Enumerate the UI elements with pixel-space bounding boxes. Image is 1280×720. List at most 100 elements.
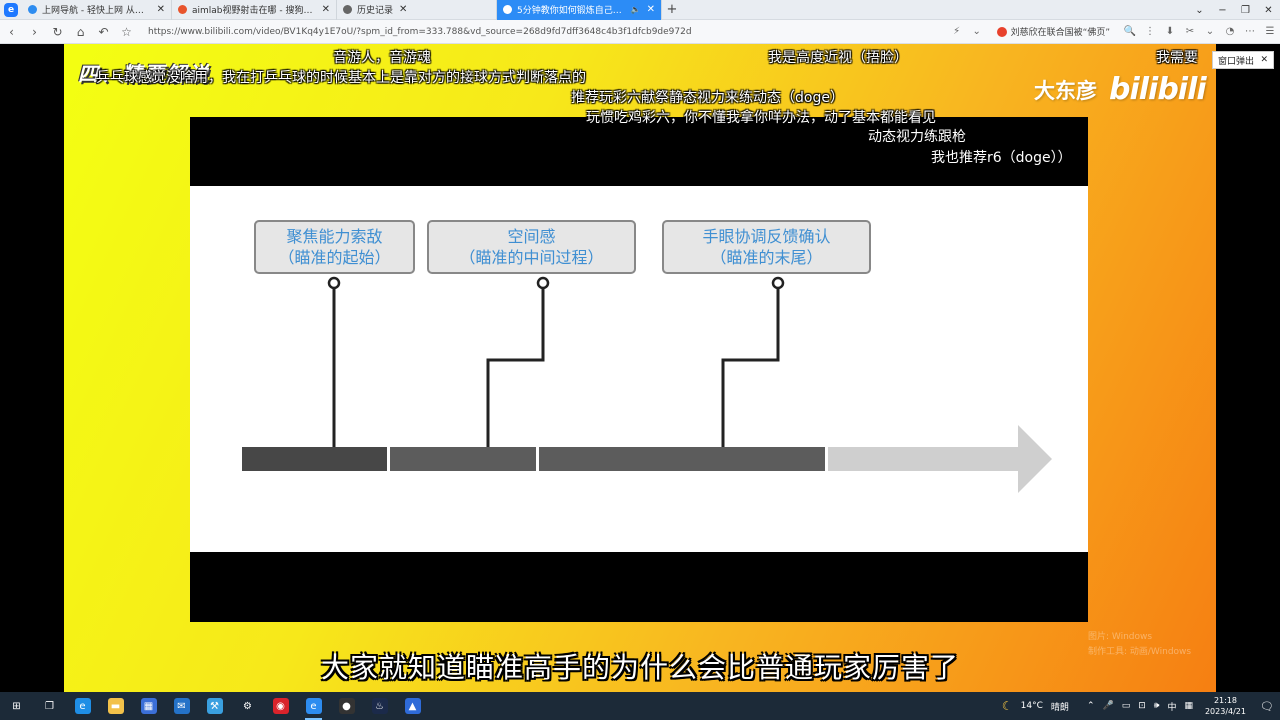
- watermark-line: 图片: Windows: [1088, 632, 1153, 642]
- speed-mode-icon[interactable]: ⚡: [947, 26, 967, 37]
- tab-1[interactable]: aimlab视野射击在哪 - 搜狗搜索 ✕: [172, 0, 337, 20]
- home-button[interactable]: ⌂: [69, 20, 92, 44]
- store-icon[interactable]: ▦: [132, 692, 165, 720]
- settings-icon[interactable]: ⚙: [231, 692, 264, 720]
- maximize-button[interactable]: ❐: [1234, 0, 1257, 20]
- video-subtitle: 大家就知道瞄准高手的为什么会比普通玩家厉害了: [320, 651, 959, 684]
- clock-date: 2023/4/21: [1204, 707, 1246, 716]
- netease-music-icon[interactable]: ◉: [264, 692, 297, 720]
- slide: 聚焦能力索敌 （瞄准的起始） 空间感 （瞄准的中间过程） 手眼协调反馈确认 （瞄…: [190, 117, 1088, 622]
- launcher-icon[interactable]: ▲: [396, 692, 429, 720]
- stage-box-spatial-title: 空间感: [507, 227, 556, 246]
- record-icon[interactable]: ●: [330, 692, 363, 720]
- notification-icon[interactable]: 🗨: [1254, 700, 1280, 713]
- danmaku-comment: 乒乓球感觉没啥用，我在打乒乓球的时候基本上是靠对方的接球方式判断落点的: [96, 70, 586, 86]
- tab-3[interactable]: 5分钟教你如何锻炼自己的眼睛 🔈 ✕: [497, 0, 662, 20]
- refresh-button[interactable]: ↻: [46, 20, 69, 44]
- search-suggestion[interactable]: 刘慈欣在联合国被“佛页”: [996, 25, 1110, 38]
- screenshot-icon[interactable]: ✂: [1180, 26, 1200, 37]
- popout-close-icon[interactable]: ✕: [1260, 55, 1268, 65]
- tool-icon-glyph: ⚒: [206, 698, 223, 714]
- timeline-segment-1: [242, 447, 387, 471]
- taskbar-apps: ⊞ ❐ e ▬ ▦ ✉ ⚒ ⚙ ◉ e ● ♨ ▲: [0, 692, 429, 720]
- mode-dropdown-icon[interactable]: ⌄: [967, 26, 987, 37]
- more-icon[interactable]: ⋯: [1240, 26, 1260, 37]
- tab-favicon-icon: [178, 5, 187, 14]
- start-icon-glyph: ⊞: [12, 700, 21, 712]
- minimize-button[interactable]: −: [1211, 0, 1234, 20]
- tab-favicon-icon: [28, 5, 37, 14]
- window-controls: ⌄ − ❐ ✕: [1188, 0, 1280, 20]
- stage-box-focus: 聚焦能力索敌 （瞄准的起始）: [254, 220, 415, 274]
- weather-moon-icon[interactable]: ☾: [998, 699, 1017, 713]
- video-player[interactable]: 四、精要解说 大东彦 bilibili 聚焦能力索敌 （瞄准的起始） 空间感 （…: [0, 44, 1280, 692]
- screenshot-dropdown-icon[interactable]: ⌄: [1200, 26, 1220, 37]
- danmaku-comment: 我需要: [1156, 50, 1198, 66]
- undo-close-button[interactable]: ↶: [92, 20, 115, 44]
- connector-node: [771, 276, 785, 290]
- tool-icon[interactable]: ⚒: [198, 692, 231, 720]
- back-button[interactable]: ‹: [0, 20, 23, 44]
- menu-icon[interactable]: ☰: [1260, 26, 1280, 37]
- tab-audio-icon[interactable]: 🔈: [631, 5, 641, 14]
- tab-list-dropdown-icon[interactable]: ⌄: [1188, 0, 1211, 20]
- tab-0[interactable]: 上网导航 - 轻快上网 从这里开始 ✕: [22, 0, 172, 20]
- display-icon[interactable]: ▭: [1118, 701, 1135, 711]
- browser-icon[interactable]: e: [297, 692, 330, 720]
- forward-button[interactable]: ›: [23, 20, 46, 44]
- task-view-icon[interactable]: ❐: [33, 692, 66, 720]
- connector-node: [327, 276, 341, 290]
- file-explorer-icon[interactable]: ▬: [99, 692, 132, 720]
- bookmark-star-icon[interactable]: ☆: [115, 20, 138, 44]
- volume-icon[interactable]: 🕪: [1150, 701, 1164, 711]
- download-icon[interactable]: ⬇: [1160, 26, 1180, 37]
- browser-logo[interactable]: e: [0, 0, 22, 20]
- tab-favicon-icon: [503, 5, 512, 14]
- tab-label: 历史记录: [357, 6, 394, 16]
- stage-box-feedback: 手眼协调反馈确认 （瞄准的末尾）: [662, 220, 871, 274]
- tab-list: 上网导航 - 轻快上网 从这里开始✕aimlab视野射击在哪 - 搜狗搜索✕历史…: [22, 0, 662, 20]
- danmaku-comment: 音游人，音游魂: [333, 50, 431, 66]
- popout-window-button[interactable]: 窗口弹出 ✕: [1212, 51, 1274, 69]
- new-tab-button[interactable]: +: [662, 2, 682, 17]
- weather-desc[interactable]: 晴朗: [1047, 700, 1073, 713]
- mail-icon[interactable]: ✉: [165, 692, 198, 720]
- stage-box-focus-subtitle: （瞄准的起始）: [278, 248, 391, 267]
- steam-icon[interactable]: ♨: [363, 692, 396, 720]
- address-bar: ‹ › ↻ ⌂ ↶ ☆ https://www.bilibili.com/vid…: [0, 20, 1280, 44]
- taskbar: ⊞ ❐ e ▬ ▦ ✉ ⚒ ⚙ ◉ e ● ♨ ▲ ☾ 14°C 晴朗 ⌃ 🎤 ▭ ⊡ 🕪 中 ▦ 21…: [0, 692, 1280, 720]
- connector-line: [486, 284, 545, 447]
- microphone-icon[interactable]: 🎤: [1098, 701, 1117, 711]
- channel-watermark: 大东彦 bilibili: [1034, 72, 1207, 107]
- input-method-icon[interactable]: 中: [1163, 700, 1180, 713]
- danmaku-comment: 推荐玩彩六献祭静态视力来练动态（doge）: [571, 90, 844, 106]
- timeline-segment-2: [390, 447, 536, 471]
- tab-label: 上网导航 - 轻快上网 从这里开始: [42, 6, 151, 16]
- timeline-segment-3: [539, 447, 825, 471]
- weather-temp[interactable]: 14°C: [1017, 701, 1047, 711]
- tray-expand-icon[interactable]: ⌃: [1083, 701, 1099, 711]
- keyboard-layout-icon[interactable]: ▦: [1180, 701, 1197, 711]
- history-icon[interactable]: ◔: [1220, 26, 1240, 37]
- stage-box-spatial: 空间感 （瞄准的中间过程）: [427, 220, 636, 274]
- stage-box-focus-title: 聚焦能力索敌: [286, 227, 383, 246]
- tab-close-icon[interactable]: ✕: [157, 4, 165, 15]
- close-window-button[interactable]: ✕: [1257, 0, 1280, 20]
- search-icon[interactable]: 🔍: [1120, 26, 1140, 37]
- connector-line: [721, 284, 780, 447]
- tab-2[interactable]: 历史记录 ✕: [337, 0, 497, 20]
- address-right-tools: ⚡ ⌄ 刘慈欣在联合国被“佛页” 🔍 ⋮ ⬇ ✂ ⌄ ◔ ⋯ ☰: [947, 20, 1280, 44]
- brand-name: 大东彦: [1034, 78, 1097, 103]
- tab-close-icon[interactable]: ✕: [399, 4, 407, 15]
- file-explorer-icon-glyph: ▬: [107, 698, 124, 714]
- steam-icon-glyph: ♨: [371, 698, 388, 714]
- edge-icon[interactable]: e: [66, 692, 99, 720]
- tab-close-icon[interactable]: ✕: [322, 4, 330, 15]
- clock-time: 21:18: [1213, 696, 1238, 705]
- tab-close-icon[interactable]: ✕: [647, 4, 655, 15]
- url-field[interactable]: https://www.bilibili.com/video/BV1Kq4y1E…: [148, 27, 947, 37]
- clock[interactable]: 21:18 2023/4/21: [1197, 695, 1254, 717]
- start-icon[interactable]: ⊞: [0, 692, 33, 720]
- network-icon[interactable]: ⊡: [1134, 701, 1150, 711]
- slide-content: 聚焦能力索敌 （瞄准的起始） 空间感 （瞄准的中间过程） 手眼协调反馈确认 （瞄…: [190, 186, 1088, 552]
